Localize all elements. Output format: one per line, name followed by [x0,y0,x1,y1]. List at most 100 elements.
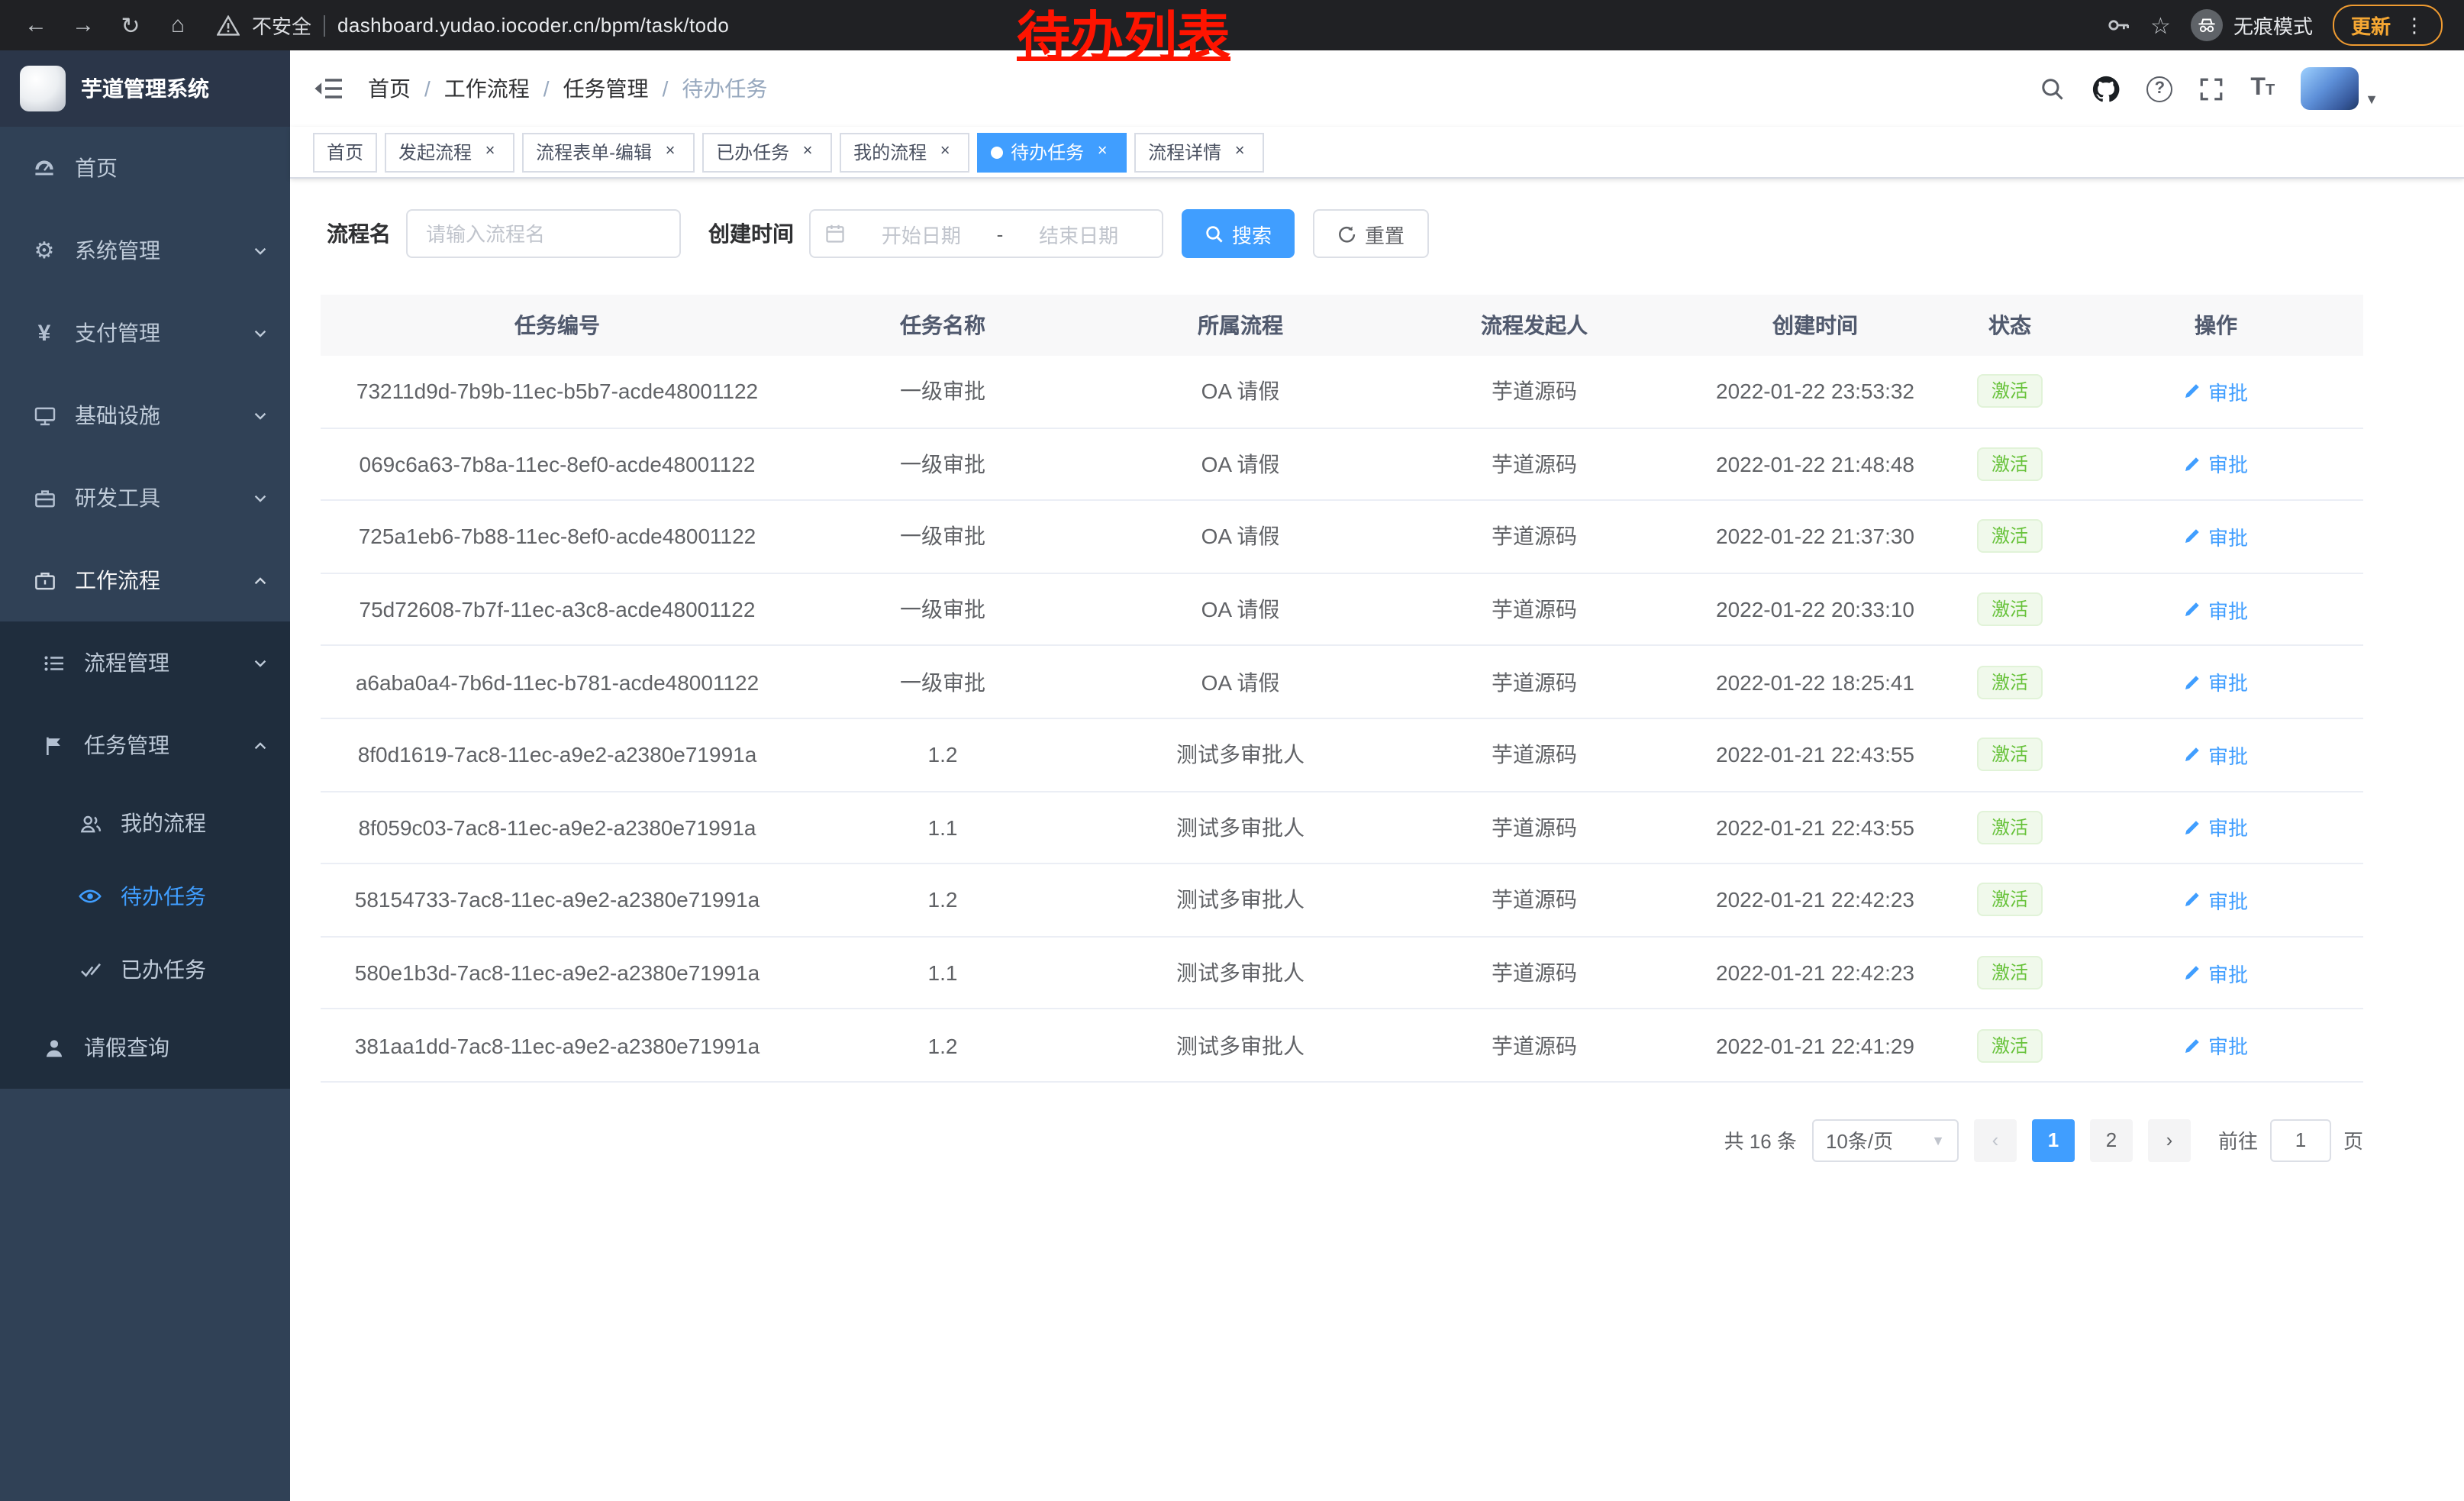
sidebar-item-task-mgmt[interactable]: 任务管理 [0,704,290,786]
fullscreen-icon[interactable] [2198,76,2224,102]
close-icon[interactable] [1229,141,1250,163]
sidebar-item-my-process[interactable]: 我的流程 [0,786,290,860]
github-icon[interactable] [2091,74,2121,103]
breadcrumb-home[interactable]: 首页 [368,73,444,104]
prev-page-button[interactable]: ‹ [1974,1119,2017,1162]
table-row: 75d72608-7b7f-11ec-a3c8-acde48001122 一级审… [321,574,2363,647]
font-size-icon[interactable]: TT [2250,75,2275,102]
close-icon[interactable] [797,141,818,163]
search-button[interactable]: 搜索 [1182,209,1295,258]
goto-page-input[interactable] [2270,1119,2331,1162]
sidebar-item-system[interactable]: ⚙ 系统管理 [0,209,290,292]
sidebar-item-home[interactable]: 首页 [0,127,290,209]
tab-done-tasks[interactable]: 已办任务 [702,132,832,172]
app-logo-row[interactable]: 芋道管理系统 [0,50,290,127]
cell-process: 测试多审批人 [1092,719,1389,790]
browser-back-icon[interactable]: ← [15,12,56,38]
approve-link[interactable]: 审批 [2184,958,2248,987]
sidebar-fold-icon[interactable] [313,75,343,102]
reset-button[interactable]: 重置 [1313,209,1429,258]
cell-task-name: 1.1 [794,792,1092,863]
approve-link[interactable]: 审批 [2184,522,2248,551]
approve-link[interactable]: 审批 [2184,450,2248,479]
cell-process: OA 请假 [1092,647,1389,718]
page-size-select[interactable]: 10条/页 ▼ [1812,1119,1959,1162]
sidebar: 芋道管理系统 首页 ⚙ 系统管理 ¥ 支付管理 [0,50,290,1501]
close-icon[interactable] [934,141,956,163]
sidebar-item-leave-query[interactable]: 请假查询 [0,1006,290,1089]
update-label: 更新 [2351,11,2391,40]
browser-forward-icon[interactable]: → [63,12,104,38]
help-icon[interactable] [2146,76,2172,102]
close-icon[interactable] [479,141,501,163]
browser-chrome: ← → ↻ ⌂ 不安全 dashboard.yudao.iocoder.cn/b… [0,0,2464,50]
tab-todo-tasks[interactable]: 待办任务 [977,132,1127,172]
cell-created: 2022-01-21 22:42:23 [1679,938,1951,1009]
cell-initiator: 芋道源码 [1389,938,1679,1009]
approve-link[interactable]: 审批 [2184,667,2248,696]
password-key-icon[interactable] [2104,12,2130,38]
caret-down-icon: ▼ [2365,92,2379,110]
double-check-icon [76,958,104,981]
approve-link[interactable]: 审批 [2184,813,2248,842]
sidebar-item-workflow[interactable]: 工作流程 [0,539,290,621]
close-icon[interactable] [660,141,681,163]
search-icon[interactable] [2040,76,2066,102]
sidebar-item-label: 流程管理 [84,647,169,678]
incognito-label: 无痕模式 [2233,11,2313,40]
cell-task-id: 73211d9d-7b9b-11ec-b5b7-acde48001122 [321,356,794,427]
cell-task-name: 1.2 [794,719,1092,790]
tab-process-detail[interactable]: 流程详情 [1134,132,1264,172]
sidebar-item-label: 我的流程 [121,808,206,838]
cell-created: 2022-01-21 22:43:55 [1679,719,1951,790]
tab-form-edit[interactable]: 流程表单-编辑 [522,132,695,172]
cell-created: 2022-01-22 21:37:30 [1679,501,1951,572]
sidebar-item-todo-tasks[interactable]: 待办任务 [0,860,290,933]
address-bar[interactable]: 不安全 dashboard.yudao.iocoder.cn/bpm/task/… [217,11,729,40]
caret-down-icon: ▼ [1931,1133,1945,1148]
sidebar-item-process-mgmt[interactable]: 流程管理 [0,621,290,704]
page-button-1[interactable]: 1 [2032,1119,2075,1162]
page-header: 首页 工作流程 任务管理 待办任务 [290,50,2464,127]
bookmark-star-icon[interactable]: ☆ [2150,11,2171,39]
cell-task-id: 75d72608-7b7f-11ec-a3c8-acde48001122 [321,574,794,645]
browser-update-button[interactable]: 更新 ⋮ [2333,5,2443,46]
approve-link[interactable]: 审批 [2184,886,2248,915]
flag-icon [40,734,67,757]
date-range-picker[interactable]: 开始日期 - 结束日期 [809,209,1163,258]
breadcrumb-task-mgmt[interactable]: 任务管理 [563,73,682,104]
sidebar-item-done-tasks[interactable]: 已办任务 [0,933,290,1006]
tab-start-process[interactable]: 发起流程 [385,132,514,172]
cell-task-name: 一级审批 [794,574,1092,645]
sidebar-item-label: 待办任务 [121,881,206,912]
tab-home[interactable]: 首页 [313,132,377,172]
cell-task-id: 8f059c03-7ac8-11ec-a9e2-a2380e71991a [321,792,794,863]
next-page-button[interactable]: › [2148,1119,2191,1162]
page-button-2[interactable]: 2 [2090,1119,2133,1162]
approve-link[interactable]: 审批 [2184,377,2248,406]
tab-my-process[interactable]: 我的流程 [840,132,969,172]
close-icon[interactable] [1092,141,1113,163]
sidebar-item-payment[interactable]: ¥ 支付管理 [0,292,290,374]
browser-home-icon[interactable]: ⌂ [157,12,198,38]
avatar[interactable]: ▼ [2301,67,2379,110]
sidebar-item-infra[interactable]: 基础设施 [0,374,290,457]
approve-link[interactable]: 审批 [2184,1031,2248,1060]
approve-link[interactable]: 审批 [2184,595,2248,624]
status-badge: 激活 [1978,1028,2042,1062]
breadcrumb-workflow[interactable]: 工作流程 [444,73,563,104]
cell-initiator: 芋道源码 [1389,574,1679,645]
cell-process: OA 请假 [1092,574,1389,645]
browser-menu-icon[interactable]: ⋮ [2404,13,2424,37]
cell-initiator: 芋道源码 [1389,792,1679,863]
process-name-input[interactable] [406,209,681,258]
annotation-title: 待办列表 [1017,8,1230,69]
todo-task-table: 任务编号 任务名称 所属流程 流程发起人 创建时间 状态 操作 73211d9d… [321,295,2363,1083]
table-row: 725a1eb6-7b88-11ec-8ef0-acde48001122 一级审… [321,501,2363,573]
browser-reload-icon[interactable]: ↻ [110,11,151,39]
status-badge: 激活 [1978,375,2042,408]
approve-link[interactable]: 审批 [2184,741,2248,770]
status-badge: 激活 [1978,883,2042,917]
sidebar-item-devtools[interactable]: 研发工具 [0,457,290,539]
table-row: 8f059c03-7ac8-11ec-a9e2-a2380e71991a 1.1… [321,792,2363,864]
